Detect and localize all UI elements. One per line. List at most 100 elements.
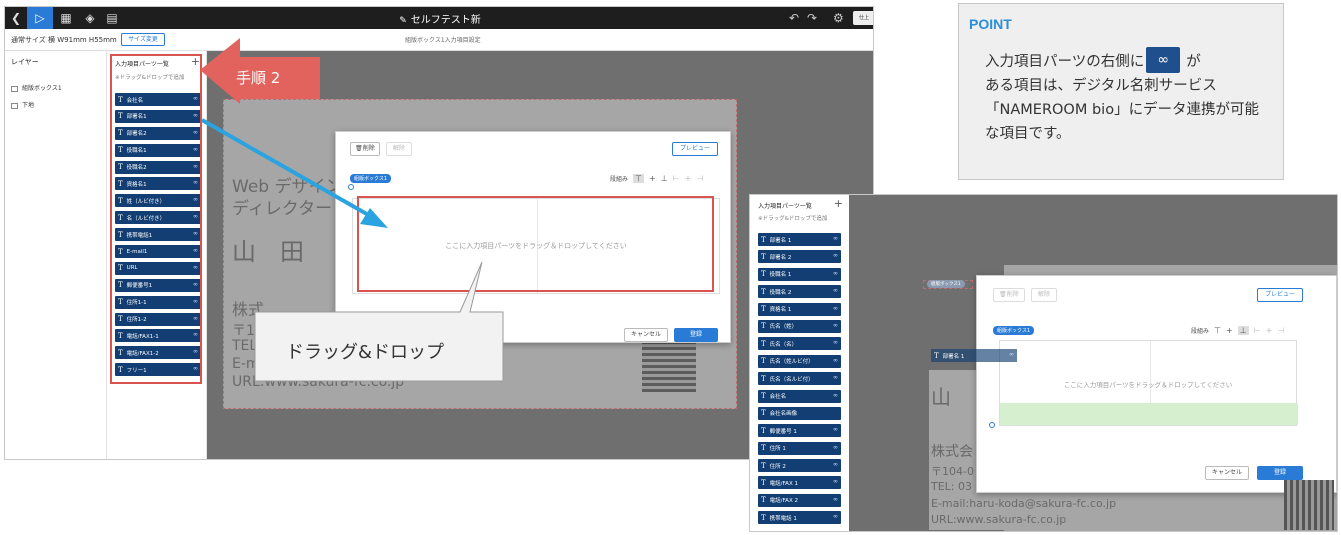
part2-label: 氏名（名） (769, 341, 798, 348)
part2-item[interactable]: T 部署名 2 ∞ (758, 250, 841, 264)
align-top-icon-2[interactable]: ⊤ (1214, 326, 1221, 335)
part2-label: 電話/FAX 2 (769, 498, 798, 505)
link-icon: ∞ (833, 356, 838, 364)
document-title: ✎ セルフテスト新 (399, 15, 481, 26)
preview-button[interactable]: プレビュー (672, 142, 718, 156)
point-title: POINT (969, 16, 1012, 32)
link-icon: ∞ (833, 478, 838, 486)
anchor-handle[interactable] (348, 184, 354, 190)
align-middle-icon-2[interactable]: + (1226, 326, 1233, 335)
align-right-icon-2[interactable]: ⊣ (1277, 326, 1284, 335)
column-tools: 段組み ⊤ + ⊥ ⊢ + ⊣ (610, 174, 704, 183)
dragging-part[interactable]: T 部署名 1 ∞ (931, 349, 1017, 362)
drop-zone-2[interactable]: ここに入力項目パーツをドラッグ＆ドロップしてください (999, 340, 1298, 426)
text-type-icon: T (761, 496, 766, 505)
parts-panel-2: 入力項目パーツ一覧 + ※ドラッグ&ドロップで追加 T 部署名 1 ∞ T 部署名 2 ∞… (750, 195, 849, 531)
link-icon: ∞ (833, 443, 838, 451)
part2-item[interactable]: T 住所 1 ∞ (758, 441, 841, 455)
register-button[interactable]: 登録 (674, 328, 718, 342)
text-type-icon: T (934, 351, 939, 360)
card-tel-2: TEL: 03 (931, 480, 972, 493)
parts-list-2: T 部署名 1 ∞ T 部署名 2 ∞ T 役職名 1 ∞ T 役職名 2 ∞ T 資格名 1 ∞ T 氏名（姓… (758, 233, 841, 529)
text-type-icon: T (761, 305, 766, 314)
add-part-icon-2[interactable]: + (834, 197, 843, 210)
cancel-button-2[interactable]: キャンセル (1205, 466, 1249, 480)
part2-label: 部署名 1 (769, 237, 792, 244)
top-toolbar: ❮ ▷ ▦ ◈ ▤ ✎ セルフテスト新 ↶ ↷ ⚙ 仕上 (5, 7, 873, 29)
unlink-button-2[interactable]: 解除 (1031, 288, 1057, 302)
drop-zone-highlight (357, 196, 714, 292)
part2-item[interactable]: T 氏名（名ルビ付） ∞ (758, 372, 841, 386)
text-type-icon: T (761, 252, 766, 261)
layer-item-box1[interactable]: 組版ボックス1 (11, 83, 62, 92)
align-bottom-icon[interactable]: ⊥ (661, 174, 668, 183)
preview-button-2[interactable]: プレビュー (1257, 288, 1303, 302)
align-right-icon[interactable]: ⊣ (696, 174, 703, 183)
card-zip-2: 〒104-0 (931, 465, 974, 478)
editor-screenshot-main: ❮ ▷ ▦ ◈ ▤ ✎ セルフテスト新 ↶ ↷ ⚙ 仕上 通常サイズ 横 W91m… (4, 6, 874, 460)
column-tools-2: 段組み ⊤ + ⊥ ⊢ + ⊣ (1191, 326, 1285, 335)
text-type-icon: T (761, 357, 766, 366)
card-title-line2: ディレクター (232, 199, 333, 219)
layer-item-base[interactable]: 下地 (11, 100, 34, 109)
part2-label: 携帯電話 1 (769, 515, 797, 522)
align-left-icon-2[interactable]: ⊢ (1254, 326, 1261, 335)
card-company-2: 株式会 (931, 444, 973, 460)
card-tel: TEL (232, 338, 258, 354)
undo-icon[interactable]: ↶ (789, 7, 799, 29)
part2-label: 住所 2 (769, 463, 786, 470)
link-icon: ∞ (833, 304, 838, 312)
align-center-icon-2[interactable]: + (1266, 326, 1273, 335)
card-email-2: E-mail:haru-koda@sakura-fc.co.jp (931, 497, 1117, 510)
parts-panel-title-2: 入力項目パーツ一覧 (758, 203, 812, 210)
trash-icon: 🗑 (355, 145, 363, 152)
cancel-button[interactable]: キャンセル (624, 328, 668, 342)
link-icon: ∞ (833, 374, 838, 382)
part2-item[interactable]: T 電話/FAX 1 ∞ (758, 476, 841, 490)
part2-item[interactable]: T 役職名 2 ∞ (758, 285, 841, 299)
finish-button[interactable]: 仕上 (853, 11, 873, 25)
redo-icon[interactable]: ↷ (807, 7, 817, 29)
part2-label: 役職名 2 (769, 289, 792, 296)
link-icon: ∞ (833, 461, 838, 469)
panel-heading: 組版ボックス1入力項目設定 (405, 37, 481, 44)
link-icon: ∞ (833, 426, 838, 434)
part2-item[interactable]: T 携帯電話 1 ∞ (758, 511, 841, 525)
align-center-icon[interactable]: + (685, 174, 692, 183)
gear-icon[interactable]: ⚙ (833, 7, 844, 29)
point-text: 入力項目パーツの右側に ∞ が ある項目は、デジタル名刺サービス「NAMEROOM … (985, 47, 1269, 146)
link-icon: ∞ (833, 287, 838, 295)
part2-item[interactable]: T 役職名 1 ∞ (758, 267, 841, 281)
part2-item[interactable]: T 住所 2 ∞ (758, 459, 841, 473)
pencil-icon: ✎ (399, 16, 407, 26)
align-middle-icon[interactable]: + (649, 174, 656, 183)
align-bottom-icon-2[interactable]: ⊥ (1237, 326, 1249, 335)
anchor-handle-2[interactable] (989, 422, 995, 428)
align-top-icon[interactable]: ⊤ (633, 174, 644, 183)
size-change-button[interactable]: サイズ変更 (121, 33, 165, 46)
text-type-icon: T (761, 287, 766, 296)
link-icon: ∞ (833, 513, 838, 521)
part2-item[interactable]: T 氏名（姓） ∞ (758, 319, 841, 333)
card-box-tag: 組版ボックス1 (927, 280, 965, 288)
register-button-2[interactable]: 登録 (1257, 466, 1303, 480)
qr-code-2 (1284, 480, 1334, 530)
part2-item[interactable]: T 郵便番号 1 ∞ (758, 424, 841, 438)
unlink-button[interactable]: 解除 (386, 142, 412, 156)
box-tag-2: 組版ボックス1 (993, 326, 1035, 335)
align-left-icon[interactable]: ⊢ (673, 174, 680, 183)
text-type-icon: T (761, 374, 766, 383)
part2-item[interactable]: T 会社名 ∞ (758, 389, 841, 403)
delete-button-2[interactable]: 🗑削除 (993, 288, 1025, 302)
part2-item[interactable]: T 電話/FAX 2 ∞ (758, 493, 841, 507)
part2-item[interactable]: T 氏名（名） ∞ (758, 337, 841, 351)
link-icon: ∞ (833, 495, 838, 503)
part2-item[interactable]: T 部署名 1 ∞ (758, 233, 841, 246)
layer-panel-title: レイヤー (11, 58, 39, 66)
part2-item[interactable]: T 氏名（姓ルビ付） ∞ (758, 354, 841, 368)
delete-button[interactable]: 🗑削除 (350, 142, 380, 156)
trash-icon-2: 🗑 (999, 291, 1007, 298)
part2-item[interactable]: T 資格名 1 ∞ (758, 302, 841, 316)
part2-item[interactable]: T 会社名画像 (758, 406, 841, 420)
text-type-icon: T (761, 478, 766, 487)
